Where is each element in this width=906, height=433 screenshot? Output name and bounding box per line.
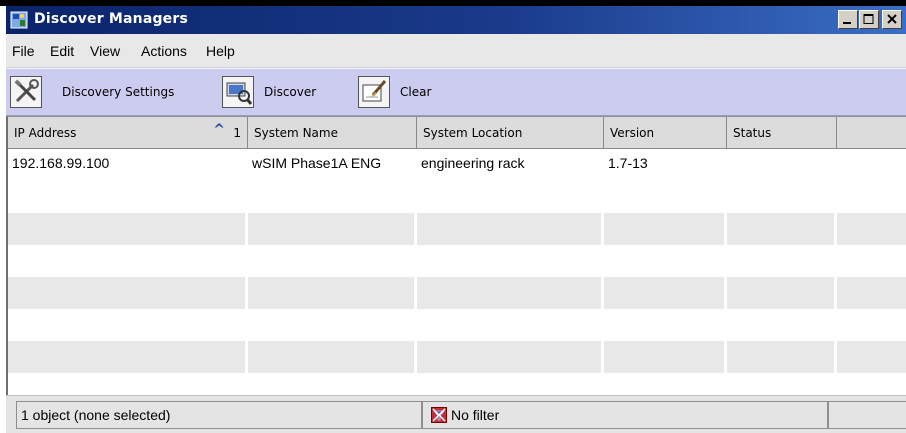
maximize-button[interactable] [859, 10, 879, 29]
status-extra-panel [828, 401, 906, 429]
cell-system-name: wSIM Phase1A ENG [248, 149, 417, 181]
discover-icon [222, 76, 254, 108]
toolbar: Discovery Settings Discover Clear [6, 68, 906, 116]
cell-ip-address: 192.168.99.100 [8, 149, 248, 181]
discover-label: Discover [264, 85, 317, 99]
selection-status: 1 object (none selected) [16, 401, 422, 429]
empty-row [8, 277, 906, 309]
table-row[interactable]: 192.168.99.100 wSIM Phase1A ENG engineer… [8, 149, 906, 181]
close-button[interactable] [882, 10, 902, 29]
menu-view[interactable]: View [90, 43, 120, 59]
cell-status [727, 149, 837, 181]
status-bar: 1 object (none selected) No filter [6, 395, 906, 433]
maximize-icon [863, 14, 874, 24]
minimize-icon [843, 22, 851, 24]
table-header: IP Address ^ 1 System Name System Locati… [8, 117, 906, 149]
title-bar[interactable]: Discover Managers [6, 6, 906, 34]
no-filter-icon [431, 407, 447, 423]
empty-row [8, 341, 906, 373]
column-header-system-location[interactable]: System Location [417, 117, 604, 148]
empty-row [8, 181, 906, 213]
column-header-ip-address[interactable]: IP Address ^ 1 [8, 117, 248, 148]
empty-row [8, 373, 906, 395]
column-header-label: System Location [423, 126, 523, 140]
empty-row [8, 245, 906, 277]
menu-bar: File Edit View Actions Help [6, 34, 906, 68]
tools-icon [10, 76, 42, 108]
sort-ascending-icon: ^ [213, 122, 225, 138]
cell-system-location: engineering rack [417, 149, 604, 181]
menu-edit[interactable]: Edit [50, 43, 74, 59]
menu-file[interactable]: File [12, 43, 35, 59]
column-header-status[interactable]: Status [727, 117, 837, 148]
filter-status[interactable]: No filter [422, 401, 828, 429]
column-header-version[interactable]: Version [604, 117, 727, 148]
empty-row [8, 213, 906, 245]
sort-order-number: 1 [233, 126, 241, 140]
minimize-button[interactable] [838, 10, 858, 29]
filter-label: No filter [451, 407, 500, 423]
app-icon [10, 11, 28, 29]
clear-icon [358, 76, 390, 108]
column-header-label: Status [733, 126, 772, 140]
column-header-extra[interactable] [837, 117, 906, 148]
column-header-label: IP Address [14, 126, 77, 140]
clear-label: Clear [400, 85, 432, 99]
menu-help[interactable]: Help [206, 43, 235, 59]
menu-actions[interactable]: Actions [141, 43, 187, 59]
column-header-label: System Name [254, 126, 338, 140]
cell-version: 1.7-13 [604, 149, 727, 181]
column-header-system-name[interactable]: System Name [248, 117, 417, 148]
managers-table[interactable]: IP Address ^ 1 System Name System Locati… [6, 116, 906, 395]
discovery-settings-label: Discovery Settings [62, 85, 175, 99]
column-header-label: Version [610, 126, 655, 140]
cell-extra [837, 149, 906, 181]
window-title: Discover Managers [34, 11, 189, 27]
empty-row [8, 309, 906, 341]
close-icon [887, 14, 897, 24]
